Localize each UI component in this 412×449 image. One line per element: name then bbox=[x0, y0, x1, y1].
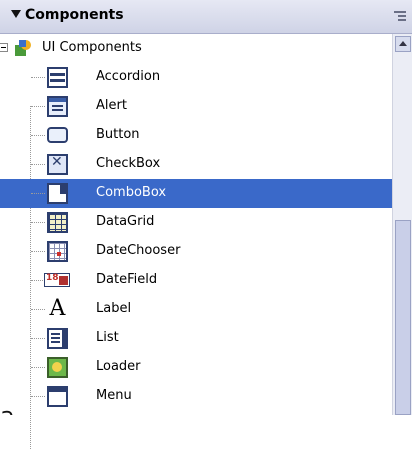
tree-root-ui-components[interactable]: UI Components bbox=[0, 34, 392, 63]
scroll-up-arrow-icon[interactable] bbox=[395, 36, 411, 52]
panel-title: Components bbox=[25, 7, 124, 23]
tree-item-datefield[interactable]: DateField bbox=[0, 266, 392, 295]
tree-item-checkbox[interactable]: CheckBox bbox=[0, 150, 392, 179]
tree-item-label: DateChooser bbox=[96, 243, 181, 258]
tree-branch-line bbox=[31, 396, 45, 397]
button-icon bbox=[47, 127, 68, 143]
tree-item-button[interactable]: Button bbox=[0, 121, 392, 150]
component-tree: UI Components Accordion Alert Button Che… bbox=[0, 34, 392, 449]
components-panel: Components UI Components Accordion Alert bbox=[0, 0, 412, 449]
tree-branch-line bbox=[31, 164, 45, 165]
accordion-icon bbox=[47, 67, 68, 88]
list-icon bbox=[47, 328, 68, 349]
tree-item-datagrid[interactable]: DataGrid bbox=[0, 208, 392, 237]
loader-icon bbox=[47, 357, 68, 378]
tree-branch-line bbox=[31, 77, 45, 78]
datechooser-icon bbox=[47, 241, 68, 262]
tree-item-alert[interactable]: Alert bbox=[0, 92, 392, 121]
collapse-triangle-icon[interactable] bbox=[11, 10, 21, 18]
tree-item-datechooser[interactable]: DateChooser bbox=[0, 237, 392, 266]
tree-item-accordion[interactable]: Accordion bbox=[0, 63, 392, 92]
tree-item-list[interactable]: List bbox=[0, 324, 392, 353]
tree-item-label: DateField bbox=[96, 272, 158, 287]
tree-item-label: Accordion bbox=[96, 69, 161, 84]
vertical-scrollbar[interactable] bbox=[392, 34, 412, 415]
tree-branch-line bbox=[31, 222, 45, 223]
tree-item-label: Menu bbox=[96, 388, 132, 403]
label-icon: A bbox=[49, 296, 66, 321]
tree-item-label: ComboBox bbox=[96, 185, 167, 200]
tree-item-label-component[interactable]: A Label bbox=[0, 295, 392, 324]
tree-item-label: Button bbox=[96, 127, 140, 142]
checkbox-icon bbox=[47, 154, 68, 175]
tree-item-combobox[interactable]: ComboBox bbox=[0, 179, 392, 208]
tree-root-label: UI Components bbox=[42, 40, 142, 55]
component-folder-icon bbox=[15, 40, 31, 56]
tree-item-label: Alert bbox=[96, 98, 127, 113]
tree-item-label: List bbox=[96, 330, 119, 345]
tree-branch-line bbox=[31, 367, 45, 368]
tree-branch-line bbox=[31, 338, 45, 339]
tree-branch-line bbox=[31, 193, 45, 194]
datefield-icon bbox=[44, 273, 70, 287]
tree-branch-line bbox=[31, 309, 45, 310]
collapse-toggle-icon[interactable] bbox=[0, 43, 8, 52]
alert-icon bbox=[47, 96, 68, 117]
scrollbar-thumb[interactable] bbox=[395, 220, 411, 415]
combobox-icon bbox=[47, 183, 68, 204]
tree-branch-line bbox=[31, 135, 45, 136]
tree-item-label: Label bbox=[96, 301, 132, 316]
tree-branch-line bbox=[31, 251, 45, 252]
tree-branch-line bbox=[31, 106, 45, 107]
tree-item-label: DataGrid bbox=[96, 214, 155, 229]
tree-item-label: CheckBox bbox=[96, 156, 161, 171]
tree-item-loader[interactable]: Loader bbox=[0, 353, 392, 382]
overlapping-caption-text: a bbox=[0, 404, 412, 415]
datagrid-icon bbox=[47, 212, 68, 233]
panel-header[interactable]: Components bbox=[0, 0, 412, 34]
tree-item-label: Loader bbox=[96, 359, 141, 374]
panel-options-icon[interactable] bbox=[394, 11, 406, 23]
tree-branch-line bbox=[31, 280, 45, 281]
